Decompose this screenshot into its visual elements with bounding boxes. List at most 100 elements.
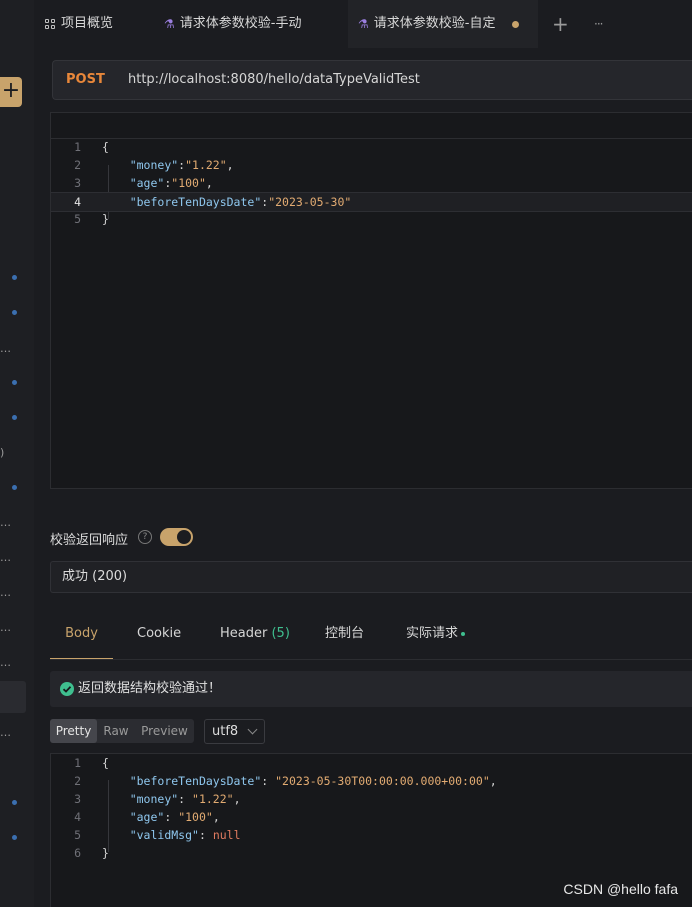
api-icon: ⚗: [164, 17, 175, 31]
sidebar-tree-ellipsis[interactable]: …: [0, 586, 11, 599]
line-number: 3: [74, 176, 81, 190]
validation-result-text: 返回数据结构校验通过！: [78, 681, 222, 696]
code-line: 4 "age": "100",: [51, 808, 692, 826]
encoding-select[interactable]: utf8: [204, 719, 265, 744]
sidebar-tree-ellipsis[interactable]: …: [0, 516, 11, 529]
validation-result-banner: 返回数据结构校验通过！: [50, 671, 692, 707]
tab-validation-manual[interactable]: ⚗ 请求体参数校验-手动: [164, 0, 301, 48]
tabs-divider: [50, 659, 692, 660]
code-line: 5 "validMsg": null: [51, 826, 692, 844]
more-tabs-button[interactable]: ···: [594, 12, 604, 36]
json-comma: ,: [212, 810, 220, 824]
json-brace: }: [102, 846, 109, 860]
tab-body[interactable]: Body: [50, 624, 113, 660]
toggle-knob: [177, 530, 191, 544]
json-separator: :: [164, 810, 179, 824]
sidebar-tree-dot[interactable]: [12, 275, 17, 280]
sidebar-tree-paren[interactable]: ): [0, 446, 4, 459]
line-number: 4: [74, 195, 81, 209]
json-comma: ,: [489, 774, 497, 788]
add-button[interactable]: +: [0, 77, 22, 107]
line-number: 3: [74, 792, 81, 806]
watermark: CSDN @hello fafa: [563, 881, 678, 897]
line-number: 1: [74, 756, 81, 770]
line-number: 5: [74, 212, 81, 226]
tab-label: 请求体参数校验-手动: [179, 16, 302, 31]
tab-validation-custom[interactable]: ⚗ 请求体参数校验-自定: [348, 0, 538, 48]
line-content: "beforeTenDaysDate": "2023-05-30T00:00:0…: [102, 772, 497, 790]
line-content: }: [102, 210, 109, 228]
sidebar-tree-dot[interactable]: [12, 380, 17, 385]
code-line: 6}: [51, 844, 692, 862]
help-icon[interactable]: ?: [138, 530, 152, 544]
sidebar-tree-dot[interactable]: [12, 310, 17, 315]
format-switch: Pretty Raw Preview: [50, 719, 194, 743]
line-number: 2: [74, 158, 81, 172]
line-number: 6: [74, 846, 81, 860]
tab-header-label: Header: [220, 626, 268, 641]
tab-actual-request[interactable]: 实际请求: [406, 624, 466, 660]
sidebar-tree-ellipsis[interactable]: …: [0, 656, 11, 669]
tab-actual-request-label: 实际请求: [406, 626, 459, 641]
json-comma: ,: [226, 158, 234, 172]
json-comma: ,: [233, 792, 241, 806]
json-brace: {: [102, 140, 109, 154]
tab-label: 请求体参数校验-自定: [373, 16, 496, 31]
check-circle-icon: [60, 682, 74, 696]
sidebar-tree-dot[interactable]: [12, 485, 17, 490]
json-string-value: "2023-05-30": [268, 195, 352, 209]
format-pretty-button[interactable]: Pretty: [50, 719, 97, 743]
validate-response-label: 校验返回响应: [50, 533, 129, 548]
url-bar: POST http://localhost:8080/hello/dataTyp…: [52, 60, 692, 100]
sidebar-tree-ellipsis[interactable]: …: [0, 726, 11, 739]
code-line: 3 "money": "1.22",: [51, 790, 692, 808]
line-content: "validMsg": null: [102, 826, 241, 844]
editor-header: [51, 113, 692, 139]
line-number: 4: [74, 810, 81, 824]
sidebar-selected-item[interactable]: [0, 681, 26, 713]
code-line: 1{: [51, 138, 692, 156]
sidebar: + … ) … … … … … …: [0, 0, 34, 907]
new-tab-button[interactable]: +: [552, 12, 569, 36]
tab-cookie[interactable]: Cookie: [137, 624, 181, 660]
tab-label: 项目概览: [61, 16, 114, 31]
response-status-select[interactable]: 成功 (200): [50, 561, 692, 593]
url-input[interactable]: http://localhost:8080/hello/dataTypeVali…: [128, 61, 420, 99]
status-dot: [461, 631, 466, 636]
tab-project-overview[interactable]: 项目概览: [45, 0, 113, 48]
sidebar-tree-dot[interactable]: [12, 800, 17, 805]
line-content: {: [102, 138, 109, 156]
json-key: "validMsg": [129, 828, 199, 842]
json-key: "money": [129, 158, 179, 172]
line-content: "beforeTenDaysDate":"2023-05-30": [102, 193, 352, 211]
api-icon: ⚗: [358, 17, 369, 31]
json-key: "age": [129, 810, 165, 824]
sidebar-tree-dot[interactable]: [12, 835, 17, 840]
line-content: "money":"1.22",: [102, 156, 234, 174]
encoding-value: utf8: [212, 724, 239, 739]
format-preview-button[interactable]: Preview: [135, 719, 194, 743]
code-line: 3 "age":"100",: [51, 174, 692, 192]
code-line: 2 "beforeTenDaysDate": "2023-05-30T00:00…: [51, 772, 692, 790]
status-select-value: 成功 (200): [62, 569, 128, 584]
sidebar-tree-dot[interactable]: [12, 415, 17, 420]
line-content: }: [102, 844, 109, 862]
code-line: 4 "beforeTenDaysDate":"2023-05-30": [51, 192, 692, 212]
unsaved-dot: [512, 20, 520, 28]
code-line: 5}: [51, 210, 692, 228]
sidebar-tree-ellipsis[interactable]: …: [0, 342, 11, 355]
json-separator: :: [261, 774, 276, 788]
request-body-editor[interactable]: 1{2 "money":"1.22", 3 "age":"100", 4 "befo…: [50, 112, 692, 489]
method-select[interactable]: POST: [66, 61, 105, 99]
tab-console[interactable]: 控制台: [325, 624, 364, 660]
validate-response-toggle[interactable]: [160, 528, 193, 546]
json-key: "beforeTenDaysDate": [129, 774, 262, 788]
code-line: 1{: [51, 754, 692, 772]
json-string-value: "100": [171, 176, 206, 190]
sidebar-tree-ellipsis[interactable]: …: [0, 621, 11, 634]
tab-header[interactable]: Header (5): [220, 624, 290, 660]
format-raw-button[interactable]: Raw: [97, 719, 135, 743]
sidebar-tree-ellipsis[interactable]: …: [0, 551, 11, 564]
code-line: 2 "money":"1.22",: [51, 156, 692, 174]
json-string-value: "1.22": [192, 792, 234, 806]
